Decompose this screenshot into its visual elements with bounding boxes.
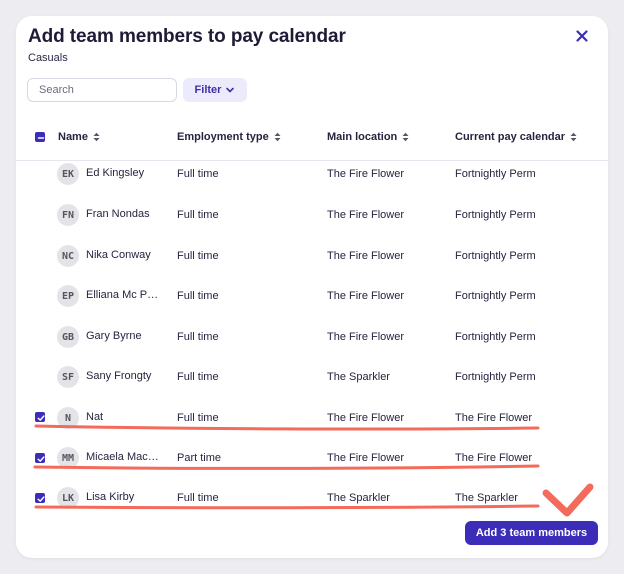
table-row[interactable]: GB Gary Byrne Full time The Fire Flower … (16, 316, 608, 356)
row-checkbox[interactable] (35, 332, 45, 342)
table-row[interactable]: MM Micaela MacL... Part time The Fire Fl… (16, 437, 608, 477)
current-pay-calendar: Fortnightly Perm (455, 371, 536, 383)
member-name: Nika Conway (86, 249, 151, 261)
sort-icon (570, 132, 577, 142)
row-checkbox[interactable] (35, 372, 45, 382)
current-pay-calendar: Fortnightly Perm (455, 250, 536, 262)
row-checkbox[interactable] (35, 251, 45, 261)
member-name: Nat (86, 411, 104, 423)
main-location: The Sparkler (327, 492, 390, 504)
main-location: The Fire Flower (327, 168, 405, 180)
member-name: Lisa Kirby (86, 491, 135, 503)
avatar: EP (57, 285, 79, 307)
row-checkbox[interactable] (35, 291, 45, 301)
main-location: The Fire Flower (327, 452, 405, 464)
table-row[interactable]: NC Nika Conway Full time The Fire Flower… (16, 235, 608, 275)
filter-label: Filter (194, 84, 222, 96)
employment-type: Full time (177, 492, 219, 504)
add-team-members-button[interactable]: Add 3 team members (465, 521, 598, 545)
close-icon[interactable] (574, 28, 590, 44)
row-checkbox[interactable] (35, 412, 45, 422)
table-row[interactable]: FN Fran Nondas Full time The Fire Flower… (16, 194, 608, 234)
member-name: Fran Nondas (86, 208, 150, 220)
table-row[interactable]: SF Sany Frongty Full time The Sparkler F… (16, 356, 608, 396)
row-checkbox[interactable] (35, 169, 45, 179)
dialog-title: Add team members to pay calendar (28, 26, 346, 47)
current-pay-calendar: The Fire Flower (455, 452, 533, 464)
row-checkbox[interactable] (35, 493, 45, 503)
current-pay-calendar: The Fire Flower (455, 412, 533, 424)
table-row[interactable]: LK Lisa Kirby Full time The Sparkler The… (16, 478, 608, 516)
main-location: The Fire Flower (327, 250, 405, 262)
table-row[interactable]: EK Ed Kingsley Full time The Fire Flower… (16, 160, 608, 194)
column-header-employment-type[interactable]: Employment type (177, 126, 281, 148)
search-input[interactable] (27, 78, 177, 102)
chevron-down-icon (225, 85, 235, 95)
main-location: The Fire Flower (327, 209, 405, 221)
current-pay-calendar: Fortnightly Perm (455, 290, 536, 302)
current-pay-calendar: Fortnightly Perm (455, 331, 536, 343)
sort-icon (274, 132, 281, 142)
table-header: Name Employment type Main location Curre… (16, 126, 608, 161)
employment-type: Full time (177, 290, 219, 302)
member-name: Sany Frongty (86, 370, 152, 382)
member-name: Elliana Mc Ph... (86, 289, 162, 301)
column-header-name[interactable]: Name (58, 126, 100, 148)
member-name: Gary Byrne (86, 330, 142, 342)
avatar: MM (57, 447, 79, 469)
avatar: LK (57, 487, 79, 509)
employment-type: Part time (177, 452, 222, 464)
avatar: EK (57, 163, 79, 185)
sort-icon (402, 132, 409, 142)
avatar: SF (57, 366, 79, 388)
table-row[interactable]: N Nat Full time The Fire Flower The Fire… (16, 397, 608, 437)
dialog-subtitle: Casuals (28, 52, 68, 64)
filter-button[interactable]: Filter (183, 78, 247, 102)
employment-type: Full time (177, 209, 219, 221)
employment-type: Full time (177, 168, 219, 180)
table-row[interactable]: EP Elliana Mc Ph... Full time The Fire F… (16, 275, 608, 315)
avatar: FN (57, 204, 79, 226)
sort-icon (93, 132, 100, 142)
row-checkbox[interactable] (35, 453, 45, 463)
column-header-main-location[interactable]: Main location (327, 126, 409, 148)
employment-type: Full time (177, 331, 219, 343)
main-location: The Fire Flower (327, 290, 405, 302)
current-pay-calendar: Fortnightly Perm (455, 168, 536, 180)
column-header-current-pay-calendar[interactable]: Current pay calendar (455, 126, 577, 148)
current-pay-calendar: The Sparkler (455, 492, 518, 504)
avatar: N (57, 407, 79, 429)
main-location: The Fire Flower (327, 331, 405, 343)
current-pay-calendar: Fortnightly Perm (455, 209, 536, 221)
employment-type: Full time (177, 250, 219, 262)
member-name: Micaela MacL... (86, 451, 162, 463)
member-name: Ed Kingsley (86, 167, 145, 179)
avatar: GB (57, 326, 79, 348)
employment-type: Full time (177, 371, 219, 383)
add-team-members-dialog: Add team members to pay calendar Casuals… (16, 16, 608, 558)
avatar: NC (57, 245, 79, 267)
row-checkbox[interactable] (35, 210, 45, 220)
team-member-list: EK Ed Kingsley Full time The Fire Flower… (16, 160, 608, 516)
select-all-checkbox[interactable] (35, 132, 45, 142)
employment-type: Full time (177, 412, 219, 424)
main-location: The Fire Flower (327, 412, 405, 424)
main-location: The Sparkler (327, 371, 390, 383)
